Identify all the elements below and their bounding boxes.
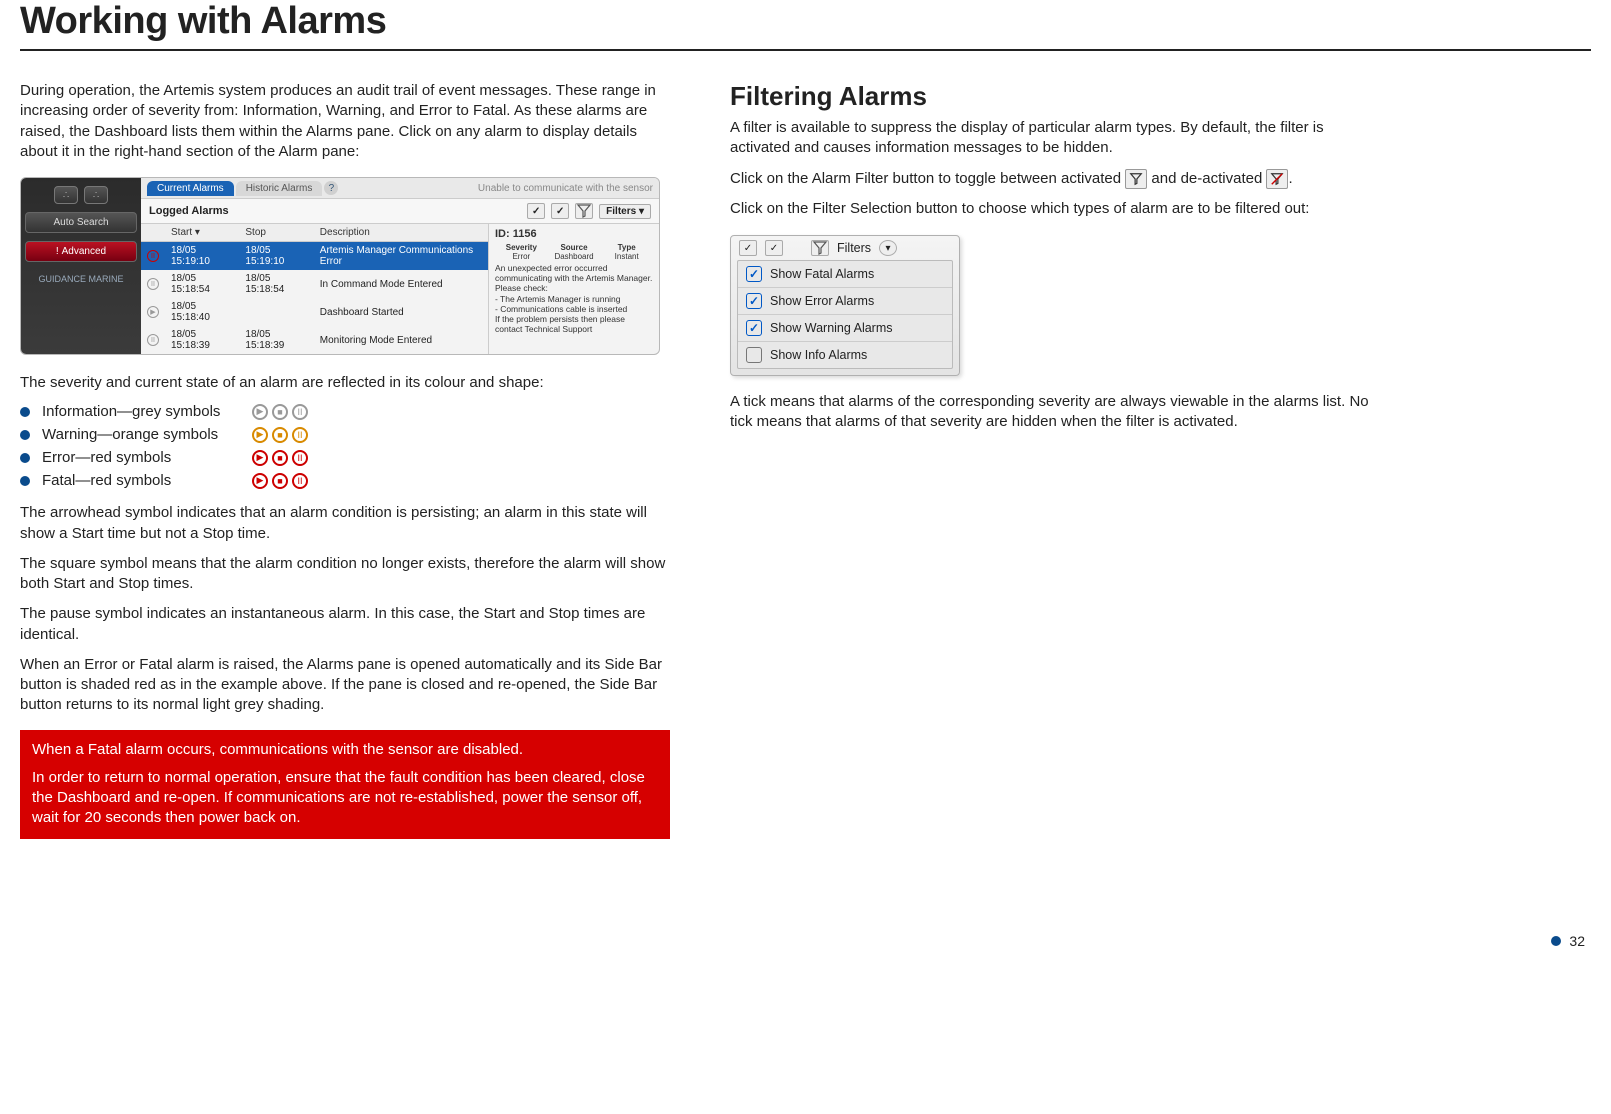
filtering-p3: Click on the Filter Selection button to … xyxy=(730,199,1380,219)
check-icon[interactable]: ✓ xyxy=(739,240,757,256)
sidebar-dot-icon: ∴ xyxy=(54,186,78,204)
sidebar-dot-icon: ∴ xyxy=(84,186,108,204)
filter-option[interactable]: Show Info Alarms xyxy=(738,342,952,368)
page-number: 32 xyxy=(1551,933,1585,949)
pause-icon: II xyxy=(292,450,308,466)
filter-icon[interactable] xyxy=(575,203,593,219)
filter-option[interactable]: Show Fatal Alarms xyxy=(738,261,952,288)
list-item: Information—grey symbols ▶ ■ II xyxy=(20,403,670,420)
tab-current-alarms[interactable]: Current Alarms xyxy=(147,181,234,196)
pause-icon: II xyxy=(147,334,159,346)
detail-body: An unexpected error occurred communicati… xyxy=(495,263,653,334)
checkbox-checked-icon xyxy=(746,266,762,282)
play-icon: ▶ xyxy=(147,306,159,318)
detail-id: ID: 1156 xyxy=(495,228,653,240)
para-square: The square symbol means that the alarm c… xyxy=(20,554,670,595)
table-row[interactable]: II 18/05 15:18:54 18/05 15:18:54 In Comm… xyxy=(141,270,488,298)
play-icon: ▶ xyxy=(252,450,268,466)
filter-option[interactable]: Show Warning Alarms xyxy=(738,315,952,342)
col-start[interactable]: Start ▾ xyxy=(165,224,239,242)
right-column: Filtering Alarms A filter is available t… xyxy=(730,81,1380,839)
checkbox-checked-icon xyxy=(746,320,762,336)
left-column: During operation, the Artemis system pro… xyxy=(20,81,670,839)
check-icon[interactable]: ✓ xyxy=(527,203,545,219)
logged-alarms-label: Logged Alarms xyxy=(149,205,229,217)
pause-icon: II xyxy=(147,250,159,262)
stop-icon: ■ xyxy=(272,473,288,489)
filtering-p2: Click on the Alarm Filter button to togg… xyxy=(730,169,1380,189)
para-error-open: When an Error or Fatal alarm is raised, … xyxy=(20,655,670,716)
check-icon[interactable]: ✓ xyxy=(551,203,569,219)
mock-sidebar: ∴ ∴ Auto Search !Advanced GUIDANCE MARIN… xyxy=(21,178,141,354)
filter-option[interactable]: Show Error Alarms xyxy=(738,288,952,315)
list-item: Fatal—red symbols ▶ ■ II xyxy=(20,472,670,489)
col-description[interactable]: Description xyxy=(314,224,488,242)
alarm-detail-panel: ID: 1156 SeverityError SourceDashboard T… xyxy=(489,224,659,354)
pause-icon: II xyxy=(292,427,308,443)
checkbox-checked-icon xyxy=(746,293,762,309)
severity-list: Information—grey symbols ▶ ■ II Warning—… xyxy=(20,403,670,489)
tab-historic-alarms[interactable]: Historic Alarms xyxy=(236,181,323,196)
filter-dropdown: ✓ ✓ Filters ▾ Show Fatal Alarms Show Err… xyxy=(730,235,960,376)
status-text: Unable to communicate with the sensor xyxy=(478,183,653,194)
warning-line1: When a Fatal alarm occurs, communication… xyxy=(32,740,658,760)
filter-inactive-icon xyxy=(1266,169,1288,189)
fatal-warning-box: When a Fatal alarm occurs, communication… xyxy=(20,730,670,839)
advanced-button[interactable]: !Advanced xyxy=(25,241,137,262)
table-row[interactable]: II 18/05 15:18:39 18/05 15:18:39 Monitor… xyxy=(141,326,488,354)
para-arrowhead: The arrowhead symbol indicates that an a… xyxy=(20,503,670,544)
bullet-icon xyxy=(20,407,30,417)
help-icon[interactable]: ? xyxy=(324,181,338,195)
guidance-logo: GUIDANCE MARINE xyxy=(25,274,137,284)
bullet-icon xyxy=(20,430,30,440)
stop-icon: ■ xyxy=(272,427,288,443)
bullet-icon xyxy=(20,476,30,486)
table-row[interactable]: II 18/05 15:19:10 18/05 15:19:10 Artemis… xyxy=(141,242,488,271)
filters-label: Filters xyxy=(837,241,871,255)
pause-icon: II xyxy=(147,278,159,290)
filter-active-icon xyxy=(1125,169,1147,189)
chevron-down-icon[interactable]: ▾ xyxy=(879,240,897,256)
title-rule xyxy=(20,49,1591,51)
bullet-icon xyxy=(1551,936,1561,946)
alarms-pane-screenshot: ∴ ∴ Auto Search !Advanced GUIDANCE MARIN… xyxy=(20,177,660,355)
tick-explanation: A tick means that alarms of the correspo… xyxy=(730,392,1380,433)
table-row[interactable]: ▶ 18/05 15:18:40 Dashboard Started xyxy=(141,298,488,326)
pause-icon: II xyxy=(292,473,308,489)
page-title: Working with Alarms xyxy=(20,0,1591,43)
col-stop[interactable]: Stop xyxy=(239,224,313,242)
checkbox-unchecked-icon xyxy=(746,347,762,363)
filter-icon[interactable] xyxy=(811,240,829,256)
chevron-down-icon: ▾ xyxy=(639,206,644,217)
filtering-p1: A filter is available to suppress the di… xyxy=(730,118,1380,159)
play-icon: ▶ xyxy=(252,473,268,489)
bullet-icon xyxy=(20,453,30,463)
filtering-heading: Filtering Alarms xyxy=(730,81,1380,112)
auto-search-button[interactable]: Auto Search xyxy=(25,212,137,233)
alarm-table: Start ▾ Stop Description II 18/05 15:19:… xyxy=(141,224,488,354)
play-icon: ▶ xyxy=(252,427,268,443)
warning-line2: In order to return to normal operation, … xyxy=(32,768,658,829)
stop-icon: ■ xyxy=(272,450,288,466)
check-icon[interactable]: ✓ xyxy=(765,240,783,256)
list-item: Warning—orange symbols ▶ ■ II xyxy=(20,426,670,443)
intro-paragraph: During operation, the Artemis system pro… xyxy=(20,81,670,162)
filters-button[interactable]: Filters ▾ xyxy=(599,204,651,219)
para-pause: The pause symbol indicates an instantane… xyxy=(20,604,670,645)
severity-intro: The severity and current state of an ala… xyxy=(20,373,670,393)
pause-icon: II xyxy=(292,404,308,420)
list-item: Error—red symbols ▶ ■ II xyxy=(20,449,670,466)
play-icon: ▶ xyxy=(252,404,268,420)
stop-icon: ■ xyxy=(272,404,288,420)
